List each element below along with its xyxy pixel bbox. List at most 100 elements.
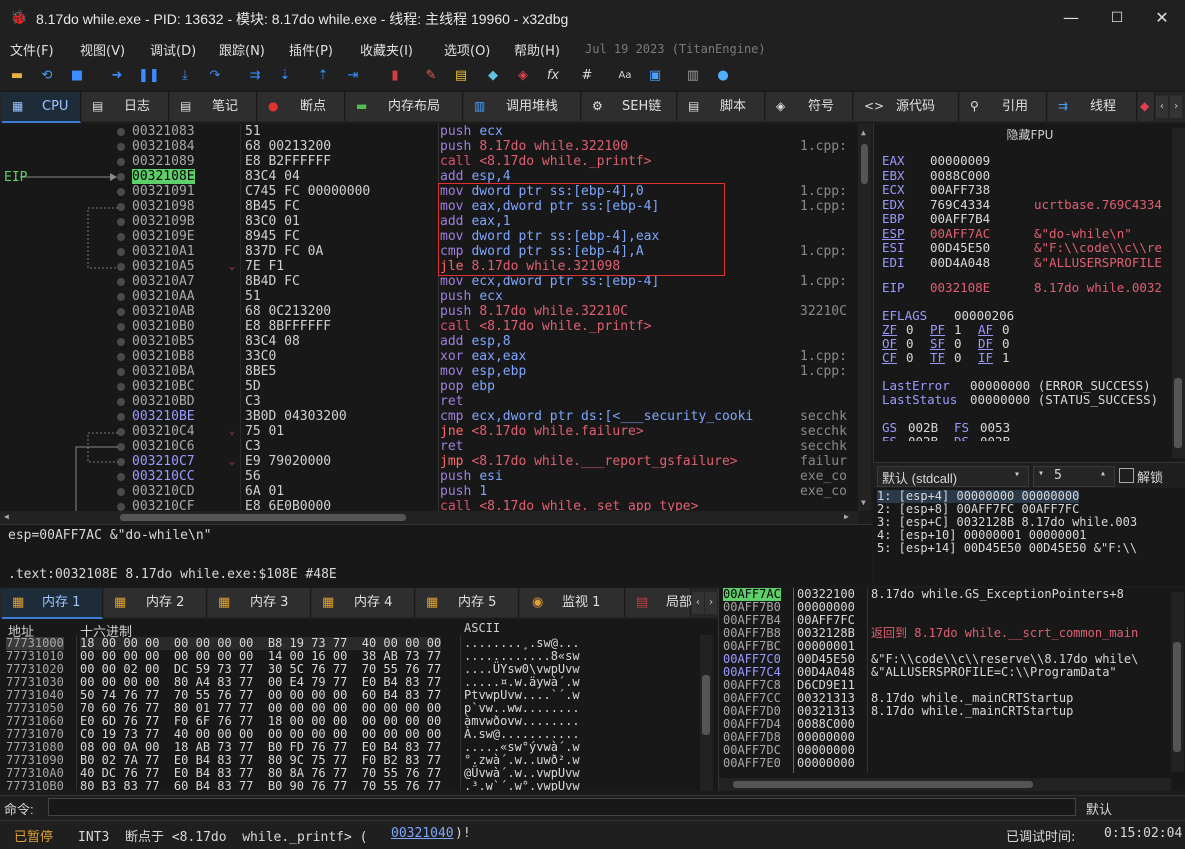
- disasm-horizontal-scrollbar[interactable]: ◀ ▶: [0, 511, 858, 524]
- tab-scroll-right[interactable]: ›: [1170, 96, 1182, 118]
- tab-watch-1[interactable]: ◉ 监视 1: [520, 588, 625, 617]
- memory-dump[interactable]: 地址 十六进制 ASCII 77731000 18 00 00 00 00 00 …: [0, 619, 718, 791]
- register-row[interactable]: ECX 00AFF738: [882, 183, 990, 197]
- tab-locals[interactable]: ▤ 局部: [626, 588, 692, 617]
- tab-dump-3[interactable]: ▦ 内存 3: [208, 588, 311, 617]
- command-input[interactable]: [48, 798, 1076, 816]
- calling-convention-select[interactable]: 默认 (stdcall) ▾: [877, 466, 1029, 487]
- restart-icon[interactable]: ⟲: [38, 67, 56, 85]
- menu-favourites[interactable]: 收藏夹(I): [360, 40, 413, 59]
- stack-row[interactable]: 00AFF7D4 0088C000: [719, 718, 1185, 731]
- tab-call-stack[interactable]: ▥ 调用堆栈: [464, 92, 581, 121]
- tab-dump-5[interactable]: ▦ 内存 5: [416, 588, 519, 617]
- tab-script[interactable]: ▤ 脚本: [678, 92, 765, 121]
- registers-scrollbar[interactable]: [1172, 128, 1185, 458]
- run-to-user-code-icon[interactable]: ⇥: [344, 67, 362, 85]
- scroll-thumb[interactable]: [1174, 378, 1182, 448]
- script-icon[interactable]: ▮: [386, 67, 404, 85]
- menu-options[interactable]: 选项(O): [444, 40, 490, 59]
- tab-source[interactable]: <> 源代码: [854, 92, 959, 121]
- stack-row[interactable]: 00AFF7B8 0032128B 返回到 8.17do while.__scrt_…: [719, 627, 1185, 640]
- menu-debug[interactable]: 调试(D): [150, 40, 196, 59]
- scroll-thumb[interactable]: [120, 514, 406, 521]
- register-row[interactable]: EBP 00AFF7B4: [882, 212, 990, 226]
- menu-plugins[interactable]: 插件(P): [289, 40, 333, 59]
- tab-dump-4[interactable]: ▦ 内存 4: [312, 588, 415, 617]
- menu-help[interactable]: 帮助(H): [514, 40, 560, 59]
- scroll-thumb[interactable]: [861, 144, 868, 184]
- register-row-eip[interactable]: EIP 0032108E 8.17do while.0032: [882, 281, 1162, 295]
- register-row[interactable]: EDX 769C4334 ucrtbase.769C4334: [882, 197, 1162, 212]
- status-address-link[interactable]: 00321040: [391, 826, 454, 841]
- patch-icon[interactable]: ✎: [422, 67, 440, 85]
- stack-scrollbar[interactable]: [1171, 592, 1184, 772]
- tab-symbols[interactable]: ◈ 符号: [766, 92, 853, 121]
- stack-row[interactable]: 00AFF7AC 00322100 8.17do while.GS_Exceptio…: [719, 588, 1185, 601]
- flag-name[interactable]: IF: [978, 351, 993, 365]
- scroll-down-arrow[interactable]: ▼: [861, 498, 866, 507]
- tab-references[interactable]: ⚲ 引用: [960, 92, 1047, 121]
- register-row[interactable]: EAX 00000009: [882, 154, 990, 168]
- scroll-left-arrow[interactable]: ◀: [4, 512, 9, 521]
- tab-cpu[interactable]: ▦ CPU: [2, 92, 81, 123]
- flag-name[interactable]: AF: [978, 323, 993, 337]
- flag-name[interactable]: CF: [882, 351, 897, 365]
- tab-dump-1[interactable]: ▦ 内存 1: [2, 588, 103, 619]
- stack-row[interactable]: 00AFF7DC 00000000: [719, 744, 1185, 757]
- menu-trace[interactable]: 跟踪(N): [219, 40, 265, 59]
- run-icon[interactable]: ➜: [108, 67, 126, 85]
- flag-name[interactable]: ZF: [882, 323, 897, 337]
- dump-row[interactable]: 777310B0 80 B3 83 77 60 B4 83 77 B0 90 76…: [0, 780, 700, 792]
- stack-row[interactable]: 00AFF7D0 00321313 8.17do while._mainCRTSta…: [719, 705, 1185, 718]
- dump-scrollbar[interactable]: [700, 635, 713, 791]
- tab-memory-map[interactable]: ▬ 内存布局: [346, 92, 463, 121]
- tab-scroll-left[interactable]: ‹: [692, 592, 704, 614]
- stack-horizontal-scrollbar[interactable]: [719, 778, 1171, 791]
- font-icon[interactable]: Aa: [616, 67, 634, 85]
- tab-seh-chain[interactable]: ⚙ SEH链: [582, 92, 677, 121]
- scroll-thumb[interactable]: [733, 781, 1033, 788]
- argument-count-stepper[interactable]: ▾ 5 ▴: [1033, 466, 1115, 487]
- trace-over-icon[interactable]: ⇣: [276, 67, 294, 85]
- stack-row[interactable]: 00AFF7D8 00000000: [719, 731, 1185, 744]
- scroll-thumb[interactable]: [1173, 642, 1181, 752]
- tab-notes[interactable]: ▤ 笔记: [170, 92, 257, 121]
- register-row[interactable]: ESI 00D45E50 &"F:\\code\\c\\re: [882, 241, 1162, 255]
- stack-view[interactable]: 00AFF7AC 00322100 8.17do while.GS_Exceptio…: [718, 588, 1185, 791]
- minimize-button[interactable]: —: [1048, 0, 1094, 36]
- calculator-icon[interactable]: ▣: [646, 67, 664, 85]
- laststatus-row[interactable]: LastStatus 00000000 (STATUS_SUCCESS): [882, 393, 1158, 407]
- register-row[interactable]: ESP 00AFF7AC &"do-while\n": [882, 226, 1132, 241]
- unlock-checkbox[interactable]: [1119, 468, 1134, 483]
- eflags-row[interactable]: EFLAGS 00000206: [882, 309, 1014, 323]
- stack-row[interactable]: 00AFF7C4 00D4A048 &"ALLUSERSPROFILE=C:\\Pr…: [719, 666, 1185, 679]
- hide-fpu-button[interactable]: 隐藏FPU: [874, 126, 1185, 143]
- menu-view[interactable]: 视图(V): [80, 40, 125, 59]
- maximize-button[interactable]: ☐: [1094, 0, 1140, 36]
- flag-name[interactable]: OF: [882, 337, 897, 351]
- menu-file[interactable]: 文件(F): [10, 40, 54, 59]
- bookmark-icon[interactable]: ◈: [514, 67, 532, 85]
- command-mode-select[interactable]: 默认: [1086, 799, 1112, 818]
- trace-into-icon[interactable]: ⇉: [246, 67, 264, 85]
- comment-icon[interactable]: ▤: [452, 67, 470, 85]
- flag-name[interactable]: PF: [930, 323, 945, 337]
- disasm-vertical-scrollbar[interactable]: ▲ ▼: [858, 124, 871, 511]
- flag-name[interactable]: SF: [930, 337, 945, 351]
- stack-row[interactable]: 00AFF7E0 00000000: [719, 757, 1185, 770]
- scroll-right-arrow[interactable]: ▶: [844, 512, 849, 521]
- lasterror-row[interactable]: LastError 00000000 (ERROR_SUCCESS): [882, 379, 1151, 393]
- label-icon[interactable]: ◆: [484, 67, 502, 85]
- function-icon[interactable]: fx: [544, 67, 562, 85]
- stack-row[interactable]: 00AFF7B0 00000000: [719, 601, 1185, 614]
- step-into-icon[interactable]: ⤓: [176, 67, 194, 85]
- tab-scroll-right[interactable]: ›: [705, 592, 717, 614]
- step-over-icon[interactable]: ↷: [206, 67, 224, 85]
- execute-till-return-icon[interactable]: ⇡: [314, 67, 332, 85]
- pause-icon[interactable]: ❚❚: [138, 67, 160, 85]
- tab-dump-2[interactable]: ▦ 内存 2: [104, 588, 207, 617]
- tab-overflow[interactable]: ◆: [1138, 92, 1155, 121]
- flag-name[interactable]: TF: [930, 351, 945, 365]
- stack-arg-row[interactable]: 5: [esp+14] 00D45E50 00D45E50 &"F:\\: [877, 542, 1137, 555]
- register-row[interactable]: EDI 00D4A048 &"ALLUSERSPROFILE: [882, 255, 1162, 270]
